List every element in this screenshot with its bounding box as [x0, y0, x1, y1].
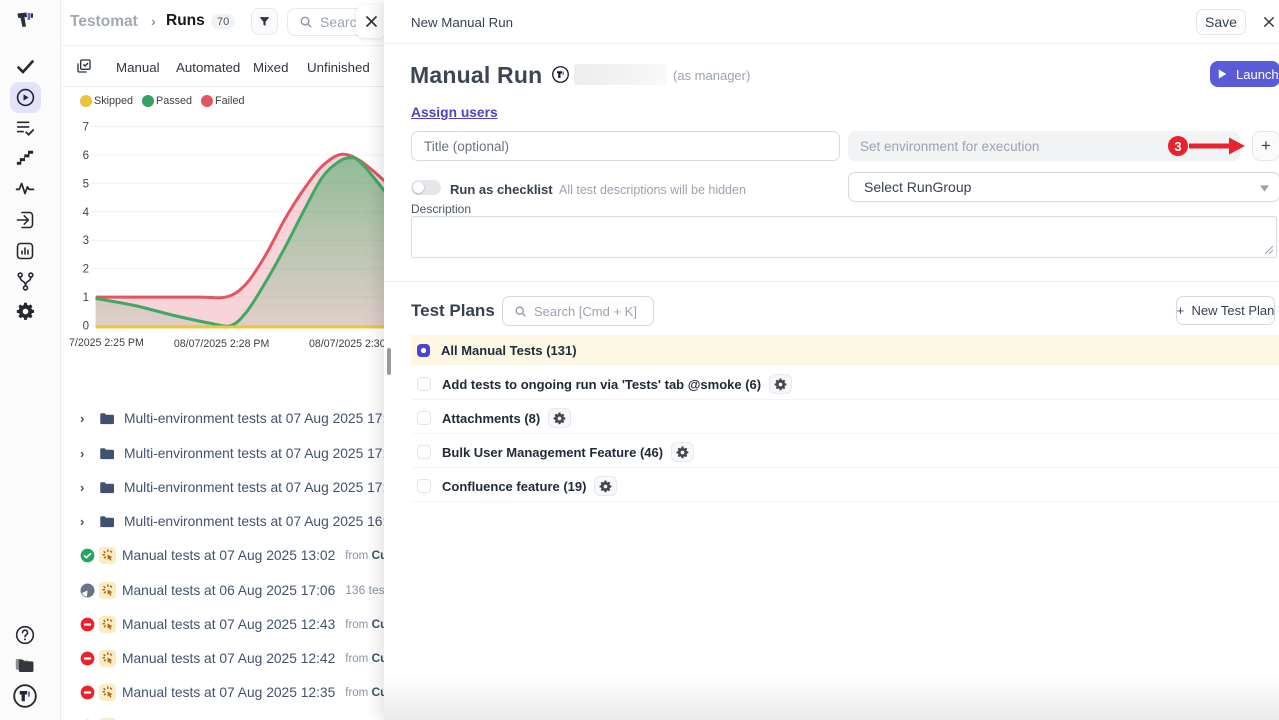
svg-text:08/07/2025 2:30 P: 08/07/2025 2:30 P — [309, 338, 392, 350]
svg-text:2: 2 — [83, 264, 89, 276]
svg-text:7: 7 — [83, 122, 89, 134]
svg-text:7/2025 2:25 PM: 7/2025 2:25 PM — [69, 337, 144, 349]
svg-text:1: 1 — [83, 292, 89, 304]
svg-text:5: 5 — [83, 178, 89, 190]
svg-text:6: 6 — [83, 150, 89, 162]
svg-text:0: 0 — [83, 321, 89, 333]
svg-text:3: 3 — [83, 235, 89, 247]
svg-text:4: 4 — [83, 207, 90, 219]
svg-text:08/07/2025 2:28 PM: 08/07/2025 2:28 PM — [174, 338, 269, 350]
